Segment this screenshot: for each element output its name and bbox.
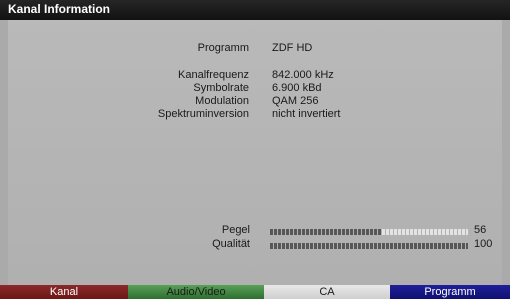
qualitaet-label: Qualität — [212, 238, 250, 250]
kanalfrequenz-value: 842.000 kHz — [272, 69, 334, 81]
pegel-meter-fill — [270, 229, 382, 235]
window-title: Kanal Information — [8, 2, 111, 16]
qualitaet-meter-track — [270, 243, 468, 249]
programm-button[interactable]: Programm — [390, 285, 510, 299]
qualitaet-value: 100 — [474, 238, 493, 250]
symbolrate-label: Symbolrate — [193, 82, 249, 94]
ca-button[interactable]: CA — [264, 285, 390, 299]
title-bar: Kanal Information — [0, 0, 510, 20]
programm-value: ZDF HD — [272, 42, 313, 54]
symbolrate-value: 6.900 kBd — [272, 82, 322, 94]
pegel-label: Pegel — [221, 224, 250, 236]
modulation-value: QAM 256 — [272, 95, 319, 107]
spektruminversion-label: Spektruminversion — [157, 108, 249, 120]
qualitaet-meter-fill — [270, 243, 468, 249]
pegel-meter-track — [270, 229, 468, 235]
spektruminversion-value: nicht invertiert — [272, 108, 341, 120]
kanalfrequenz-label: Kanalfrequenz — [178, 69, 249, 81]
kanal-button[interactable]: Kanal — [0, 285, 128, 299]
info-panel: Programm ZDF HD Kanalfrequenz 842.000 kH… — [8, 20, 502, 285]
audio-video-button[interactable]: Audio/Video — [128, 285, 264, 299]
programm-label: Programm — [197, 42, 249, 54]
function-key-bar: Kanal Audio/Video CA Programm — [0, 285, 510, 299]
pegel-value: 56 — [474, 224, 487, 236]
modulation-label: Modulation — [195, 95, 249, 107]
